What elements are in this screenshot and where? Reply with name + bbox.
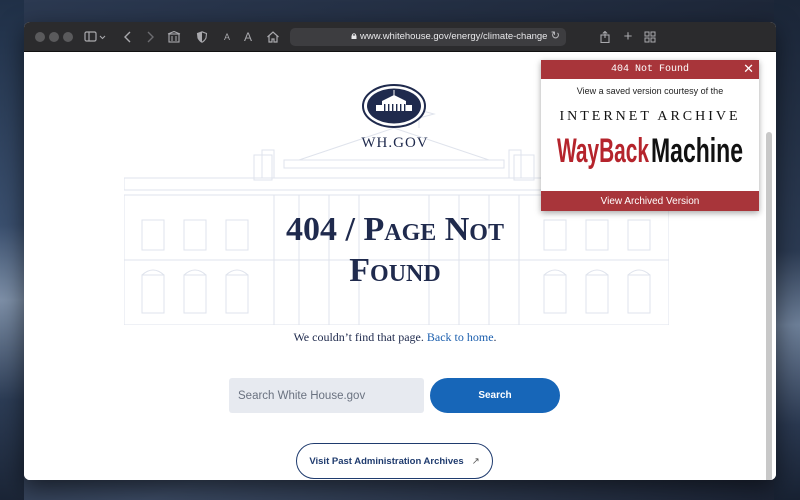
popup-close-icon[interactable]: ✕: [743, 60, 754, 79]
back-to-home-link[interactable]: Back to home: [427, 330, 494, 344]
desktop-background-right: [774, 0, 800, 500]
external-link-icon: ↗: [471, 455, 480, 467]
font-small-icon[interactable]: A: [222, 28, 232, 46]
forward-icon[interactable]: [144, 28, 156, 46]
reader-icon[interactable]: [167, 28, 181, 46]
page-scrollbar[interactable]: [766, 132, 772, 480]
internet-archive-text: INTERNET ARCHIVE: [559, 109, 741, 124]
reload-icon[interactable]: ↻: [551, 29, 560, 42]
home-icon[interactable]: [266, 28, 280, 46]
visit-archives-button[interactable]: Visit Past Administration Archives ↗: [296, 443, 493, 479]
search-input[interactable]: [229, 378, 424, 413]
archive-button-label: Visit Past Administration Archives: [309, 455, 464, 467]
url-text: www.whitehouse.gov/energy/climate-change: [360, 31, 548, 42]
wayback-machine-logo-icon: WayBack Machine: [557, 132, 743, 170]
lock-icon: [351, 33, 357, 39]
white-house-emblem-icon: [362, 84, 426, 128]
message-period: .: [493, 330, 497, 344]
close-window-button[interactable]: [35, 32, 45, 42]
title-line-1: 404 / Page Not: [286, 211, 504, 248]
browser-window: A A www.whitehouse.gov/energy/climate-ch…: [24, 22, 776, 480]
title-line-2: Found: [349, 252, 441, 289]
not-found-message: We couldn’t find that page. Back to home…: [24, 330, 766, 345]
view-archived-version-button[interactable]: View Archived Version: [541, 191, 759, 211]
tab-overview-icon[interactable]: [644, 28, 656, 46]
font-large-icon[interactable]: A: [242, 28, 254, 46]
address-bar[interactable]: www.whitehouse.gov/energy/climate-change…: [290, 28, 566, 46]
popup-courtesy-text: View a saved version courtesy of the: [576, 86, 724, 96]
zoom-window-button[interactable]: [63, 32, 73, 42]
wayback-logo-red: WayBack: [557, 132, 649, 170]
wayback-logo-black: Machine: [651, 132, 743, 170]
desktop-background-left: [0, 0, 24, 500]
browser-toolbar: A A www.whitehouse.gov/energy/climate-ch…: [24, 22, 776, 52]
shield-icon[interactable]: [196, 28, 208, 46]
back-icon[interactable]: [122, 28, 134, 46]
popup-header: 404 Not Found: [541, 60, 759, 79]
search-button[interactable]: Search: [430, 378, 560, 413]
message-text: We couldn’t find that page.: [293, 330, 427, 344]
wayback-popup: 404 Not Found ✕ View a saved version cou…: [541, 60, 759, 211]
share-icon[interactable]: [599, 28, 611, 46]
minimize-window-button[interactable]: [49, 32, 59, 42]
page-title: 404 / Page Not Found: [24, 209, 766, 291]
new-tab-icon[interactable]: +: [622, 28, 634, 46]
sidebar-icon[interactable]: [84, 28, 108, 46]
